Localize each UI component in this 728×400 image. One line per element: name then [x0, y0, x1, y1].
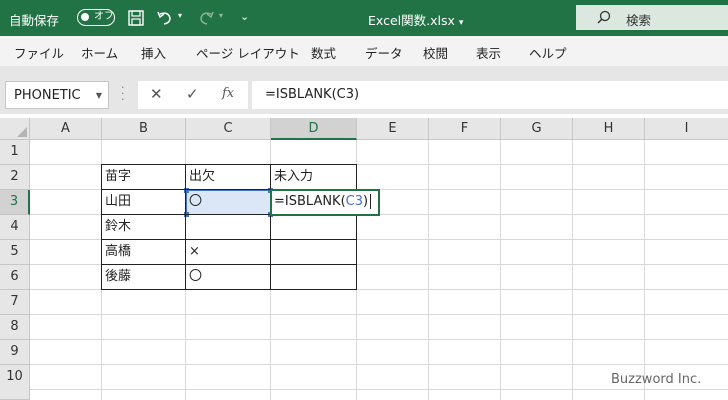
row-header-9[interactable]: 9 [0, 340, 30, 365]
gridline [30, 314, 728, 315]
edit-text-suffix: ) [363, 194, 369, 209]
redo-icon [200, 11, 214, 25]
column-header-b[interactable]: B [102, 118, 186, 140]
text-cursor [370, 194, 372, 209]
cell-c3[interactable]: 〇 [186, 190, 202, 214]
data-table-border [101, 164, 357, 290]
name-box-value: PHONETIC [14, 88, 81, 103]
formula-buttons: ✕ ✓ fx [138, 81, 248, 109]
column-header-h[interactable]: H [573, 118, 645, 140]
column-header-i[interactable]: I [645, 118, 728, 140]
tab-view[interactable]: 表示 [476, 43, 501, 62]
cell-b3[interactable]: 山田 [102, 190, 131, 214]
column-header-e[interactable]: E [357, 118, 429, 140]
row-header-6[interactable]: 6 [0, 265, 30, 290]
document-title-text: Excel関数.xlsx [368, 13, 455, 28]
redo-dropdown-icon: ▾ [219, 11, 224, 20]
gridline [30, 339, 728, 340]
tab-home[interactable]: ホーム [81, 43, 118, 62]
search-box[interactable]: 検索 [576, 5, 728, 30]
table-border-line [101, 264, 357, 265]
enter-button[interactable]: ✓ [186, 85, 199, 103]
column-header-g[interactable]: G [501, 118, 573, 140]
tab-review[interactable]: 校閲 [423, 43, 448, 62]
save-icon[interactable] [126, 8, 146, 28]
row-header-3[interactable]: 3 [0, 190, 30, 215]
select-all-button[interactable] [0, 118, 30, 140]
tab-data[interactable]: データ [365, 43, 403, 62]
edit-text-prefix: =ISBLANK( [274, 194, 346, 209]
undo-dropdown-icon[interactable]: ▾ [178, 11, 182, 20]
column-header-f[interactable]: F [429, 118, 501, 140]
row-header-8[interactable]: 8 [0, 315, 30, 340]
tab-file[interactable]: ファイル [14, 43, 64, 62]
ribbon-tabs: ファイル ホーム 挿入 ページ レイアウト 数式 データ 校閲 表示 ヘルプ [0, 36, 728, 66]
title-bar: 自動保存 オフ ▾ ▾ ⌄ Excel関数.xlsx ▾ 検索 [0, 0, 728, 36]
grip-icon[interactable]: · · · [121, 82, 125, 105]
cell-d2[interactable]: 未入力 [271, 165, 313, 189]
search-icon [597, 10, 611, 24]
gridline [428, 140, 429, 400]
watermark: Buzzword Inc. [611, 372, 702, 387]
gridline [572, 140, 573, 400]
document-title[interactable]: Excel関数.xlsx ▾ [368, 10, 463, 29]
worksheet-grid[interactable]: A B C D E F G H I 1 2 3 4 5 6 7 8 9 10 苗… [0, 118, 728, 400]
name-box[interactable]: PHONETIC ▼ [5, 81, 109, 109]
formula-text: =ISBLANK(C3) [265, 87, 360, 102]
tab-insert[interactable]: 挿入 [141, 43, 166, 62]
gridline [500, 140, 501, 400]
column-header-d[interactable]: D [271, 118, 357, 140]
row-header-7[interactable]: 7 [0, 290, 30, 315]
tab-page-layout[interactable]: ページ レイアウト [196, 43, 300, 62]
formula-bar: PHONETIC ▼ · · · ✕ ✓ fx =ISBLANK(C3) [0, 76, 728, 114]
gridline [644, 140, 645, 400]
cell-b4[interactable]: 鈴木 [102, 215, 131, 239]
row-header-1[interactable]: 1 [0, 140, 30, 165]
cell-b5[interactable]: 高橋 [102, 240, 131, 264]
formula-input[interactable]: =ISBLANK(C3) [252, 81, 728, 109]
cancel-button[interactable]: ✕ [150, 85, 163, 103]
row-header-4[interactable]: 4 [0, 215, 30, 240]
gridline [30, 389, 728, 390]
cell-d3-editor[interactable]: =ISBLANK(C3) [274, 191, 372, 213]
chevron-down-icon: ▾ [458, 18, 464, 28]
autosave-toggle[interactable]: オフ [77, 9, 115, 26]
select-all-icon [17, 127, 27, 137]
search-placeholder: 検索 [626, 13, 652, 28]
row-header-10[interactable]: 10 [0, 365, 30, 400]
column-header-a[interactable]: A [30, 118, 102, 140]
ribbon-gap [0, 66, 728, 76]
autosave-state: オフ [94, 11, 114, 22]
cell-b2[interactable]: 苗字 [102, 165, 131, 189]
customize-qat-icon[interactable]: ⌄ [240, 10, 249, 23]
tab-help[interactable]: ヘルプ [529, 43, 567, 62]
column-header-c[interactable]: C [186, 118, 271, 140]
table-border-line [101, 239, 357, 240]
autosave-label: 自動保存 [9, 13, 60, 28]
row-header-2[interactable]: 2 [0, 165, 30, 190]
gridline [30, 364, 728, 365]
row-header-5[interactable]: 5 [0, 240, 30, 265]
edit-text-reference: C3 [345, 194, 364, 209]
undo-icon[interactable] [155, 8, 175, 28]
tab-formulas[interactable]: 数式 [311, 43, 336, 62]
cell-c6[interactable]: 〇 [186, 265, 202, 289]
cell-c2[interactable]: 出欠 [186, 165, 215, 189]
cell-c5[interactable]: × [186, 240, 200, 264]
toggle-knob [81, 13, 89, 21]
insert-function-button[interactable]: fx [222, 86, 234, 101]
cell-b6[interactable]: 後藤 [102, 265, 131, 289]
chevron-down-icon[interactable]: ▼ [96, 91, 102, 100]
